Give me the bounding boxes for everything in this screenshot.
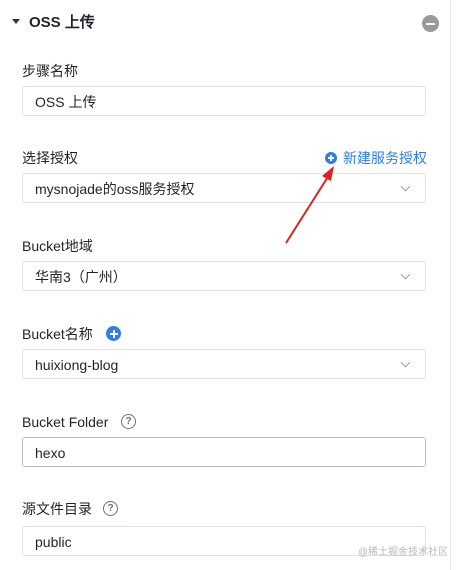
annotation-arrow-head <box>322 166 334 181</box>
watermark: @稀土掘金技术社区 <box>357 547 448 558</box>
annotation-arrow <box>285 166 334 244</box>
annotation-arrow-shaft <box>285 171 332 244</box>
